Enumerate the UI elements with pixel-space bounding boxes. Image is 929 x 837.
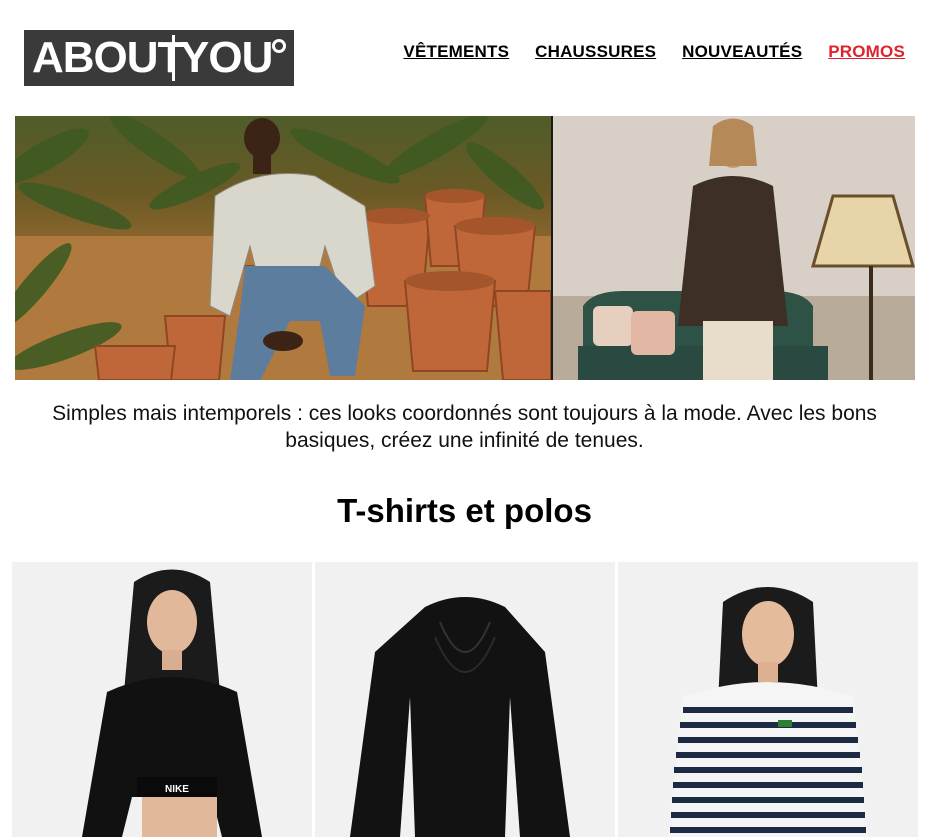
logo-ring-icon: [272, 39, 286, 53]
nav-link-chaussures[interactable]: CHAUSSURES: [535, 42, 656, 62]
hero-banner[interactable]: [15, 116, 915, 380]
hero-image-left[interactable]: [15, 116, 551, 380]
main-nav: VÊTEMENTS CHAUSSURES NOUVEAUTÉS PROMOS: [403, 42, 905, 62]
product-card[interactable]: NIKE: [12, 562, 312, 837]
nav-link-nouveautes[interactable]: NOUVEAUTÉS: [682, 42, 802, 62]
nav-link-promos[interactable]: PROMOS: [828, 42, 905, 62]
nav-link-vetements[interactable]: VÊTEMENTS: [403, 42, 509, 62]
striped-shirt-image: [618, 562, 918, 837]
product-card[interactable]: [315, 562, 615, 837]
logo-divider: [172, 35, 175, 81]
intro-text: Simples mais intemporels : ces looks coo…: [52, 402, 877, 452]
shirt-print-text: NIKE: [165, 784, 189, 795]
email-header: ABOUT YOU VÊTEMENTS CHAUSSURES NOUVEAUTÉ…: [0, 0, 929, 110]
living-room-scene-illustration: [553, 116, 915, 380]
draped-top-image: [315, 562, 615, 837]
logo-text-about: ABOUT: [32, 33, 184, 82]
terracotta-scene-illustration: [15, 116, 551, 380]
brand-logo[interactable]: ABOUT YOU: [24, 30, 294, 86]
product-grid: NIKE: [12, 562, 918, 837]
hero-image-right[interactable]: [553, 116, 915, 380]
nike-crop-top-image: NIKE: [12, 562, 312, 837]
section-title: T-shirts et polos: [337, 492, 592, 529]
product-card[interactable]: [618, 562, 918, 837]
logo-text-you: YOU: [180, 33, 273, 82]
